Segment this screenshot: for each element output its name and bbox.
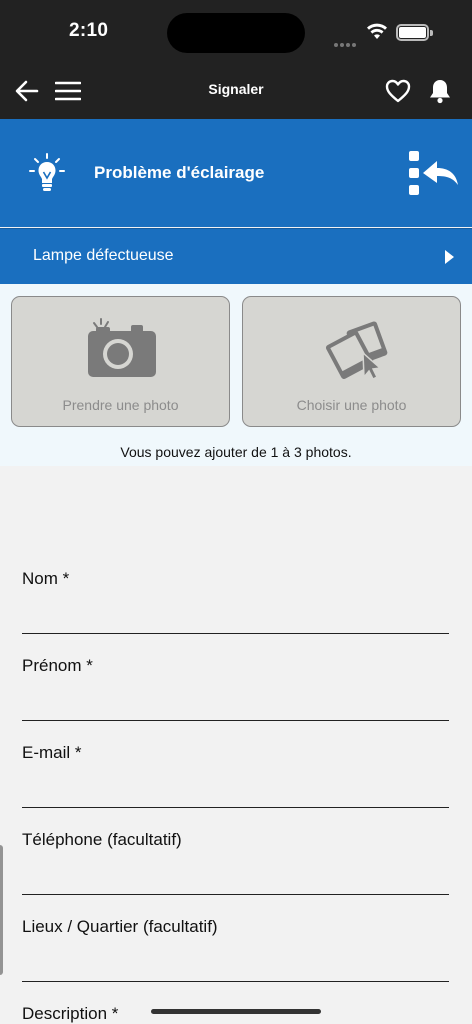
heart-icon[interactable] (383, 76, 413, 106)
field-label: Nom * (22, 569, 70, 588)
choose-photo-label: Choisir une photo (296, 397, 407, 413)
category-title: Problème d'éclairage (94, 163, 265, 182)
location-field[interactable]: Lieux / Quartier (facultatif) (22, 917, 449, 1004)
field-underline (22, 720, 449, 721)
list-return-icon[interactable] (406, 149, 460, 197)
bell-icon[interactable] (425, 76, 455, 106)
take-photo-label: Prendre une photo (62, 397, 179, 413)
field-underline (22, 981, 449, 982)
subcategory-label: Lampe défectueuse (33, 247, 174, 264)
field-label: Prénom * (22, 656, 93, 675)
chevron-right-icon (440, 247, 458, 267)
status-time: 2:10 (69, 20, 109, 41)
subcategory-selector[interactable]: Lampe défectueuse (0, 228, 472, 284)
navbar: Signaler (0, 64, 472, 119)
field-underline (22, 807, 449, 808)
take-photo-button[interactable]: Prendre une photo (11, 296, 230, 427)
lightbulb-icon (26, 151, 68, 195)
choose-photo-button[interactable]: Choisir une photo (242, 296, 461, 427)
firstname-field[interactable]: Prénom * (22, 656, 449, 743)
field-underline (22, 633, 449, 634)
field-label: Téléphone (facultatif) (22, 830, 182, 849)
description-field[interactable]: Description * (22, 1004, 449, 1024)
name-field[interactable]: Nom * (22, 569, 449, 656)
camera-icon (84, 315, 160, 381)
photo-section: Prendre une photo Choisir une photo Vous… (0, 284, 472, 466)
dynamic-island (167, 13, 305, 53)
field-label: Lieux / Quartier (facultatif) (22, 917, 218, 936)
home-indicator[interactable] (151, 1009, 321, 1014)
status-bar: 2:10 (0, 0, 472, 64)
battery-icon (396, 24, 433, 41)
gallery-icon (315, 315, 391, 381)
field-label: E-mail * (22, 743, 82, 762)
category-header: Problème d'éclairage (0, 119, 472, 227)
signal-icon (334, 34, 358, 52)
field-label: Description * (22, 1004, 119, 1023)
field-underline (22, 894, 449, 895)
photo-hint: Vous pouvez ajouter de 1 à 3 photos. (120, 444, 352, 460)
edge-handle (0, 845, 3, 975)
phone-field[interactable]: Téléphone (facultatif) (22, 830, 449, 917)
wifi-icon (366, 22, 388, 45)
email-field[interactable]: E-mail * (22, 743, 449, 830)
